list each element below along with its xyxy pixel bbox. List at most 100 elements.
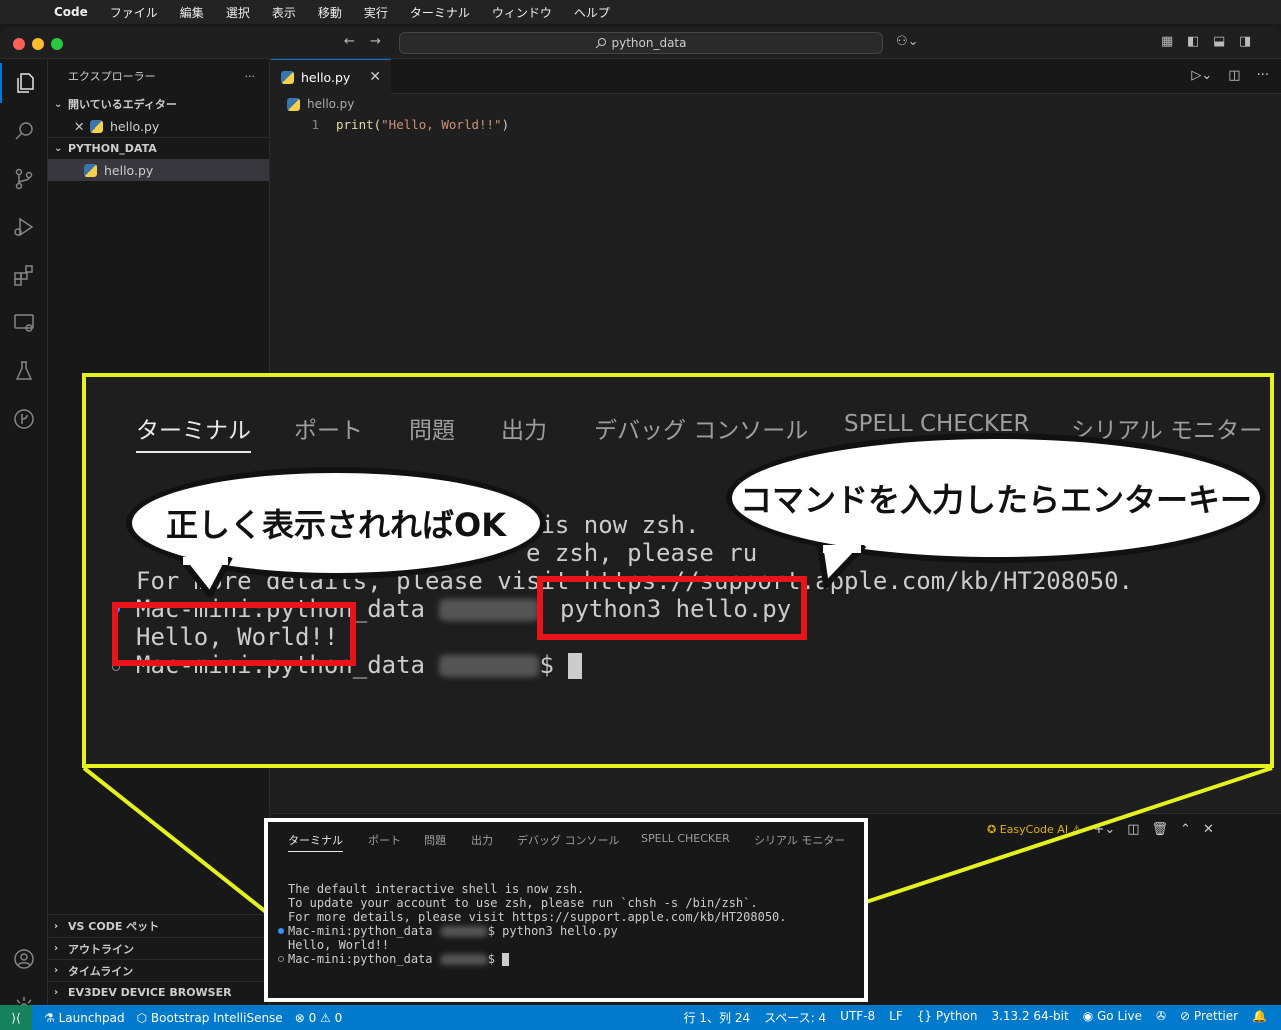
open-editors-section[interactable]: ⌄ 開いているエディター: [48, 93, 269, 115]
close-tab-icon[interactable]: ✕: [369, 69, 381, 85]
eol[interactable]: LF: [889, 1009, 903, 1026]
tab-serial-monitor[interactable]: シリアル モニター: [754, 832, 845, 848]
menu-run[interactable]: 実行: [364, 4, 388, 21]
command-center-search[interactable]: python_data: [399, 32, 883, 54]
section-label: EV3DEV DEVICE BROWSER: [68, 986, 232, 999]
folder-section[interactable]: ⌄ PYTHON_DATA: [48, 137, 269, 159]
bootstrap-status[interactable]: ⬡ Bootstrap IntelliSense: [137, 1011, 283, 1025]
tab-spell-checker[interactable]: SPELL CHECKER: [641, 832, 730, 845]
remote-explorer-icon[interactable]: [0, 303, 48, 343]
app-menu[interactable]: Code: [54, 5, 88, 19]
zoom-window-button[interactable]: [51, 38, 63, 50]
status-bar: ⟩⟨ ⚗ Launchpad ⬡ Bootstrap IntelliSense …: [0, 1005, 1281, 1030]
tab-debug-console[interactable]: デバッグ コンソール: [517, 832, 620, 848]
search-icon[interactable]: [0, 111, 48, 151]
source-control-icon[interactable]: [0, 159, 48, 199]
timeline-section[interactable]: › タイムライン: [48, 959, 270, 981]
maximize-panel-icon[interactable]: ⌃: [1180, 822, 1191, 837]
bubble-left-tail: [180, 557, 233, 597]
zoom-line2: e zsh, please ru: [526, 539, 758, 567]
menu-edit[interactable]: 編集: [180, 4, 204, 21]
zoom-line1: is now zsh.: [526, 511, 700, 539]
run-python-icon[interactable]: ▷⌄: [1191, 68, 1212, 83]
search-icon: [596, 38, 607, 49]
blurred-username: [439, 926, 488, 937]
gitlens-icon[interactable]: [0, 399, 48, 439]
bubble-right-tail: [817, 545, 867, 589]
split-editor-icon[interactable]: ◫: [1228, 68, 1240, 83]
cursor-position[interactable]: 行 1、列 24: [684, 1009, 751, 1026]
explorer-header: エクスプローラー ···: [48, 59, 269, 93]
problems-status[interactable]: ⊗ 0 ⚠ 0: [295, 1011, 343, 1025]
run-debug-icon[interactable]: [0, 207, 48, 247]
menu-selection[interactable]: 選択: [226, 4, 250, 21]
open-editor-item[interactable]: ✕ hello.py: [48, 115, 269, 137]
tab-terminal[interactable]: ターミナル: [288, 832, 343, 852]
language-mode[interactable]: {} Python: [917, 1009, 978, 1026]
ev3dev-section[interactable]: › EV3DEV DEVICE BROWSER: [48, 981, 270, 1003]
python-file-icon: [84, 163, 97, 177]
launchpad-status[interactable]: ⚗ Launchpad: [44, 1011, 125, 1025]
more-actions-icon[interactable]: ···: [245, 70, 256, 83]
file-tree-item[interactable]: hello.py: [48, 159, 269, 181]
zoom-tab-debug: デバッグ コンソール: [594, 418, 809, 444]
menu-window[interactable]: ウィンドウ: [492, 4, 552, 21]
python-interpreter[interactable]: 3.13.2 64-bit: [991, 1009, 1068, 1026]
close-icon[interactable]: ✕: [74, 119, 90, 134]
breadcrumb[interactable]: hello.py: [287, 97, 354, 111]
split-terminal-icon[interactable]: ◫: [1127, 822, 1139, 837]
customize-layout-icon[interactable]: ▦: [1161, 34, 1173, 49]
explorer-title: エクスプローラー: [68, 70, 156, 83]
success-dot: [278, 928, 284, 934]
new-terminal-icon[interactable]: +⌄: [1093, 822, 1115, 837]
go-live[interactable]: ◉ Go Live: [1083, 1009, 1142, 1026]
copilot-icon[interactable]: ⚇⌄: [896, 34, 919, 49]
prettier-status[interactable]: ⊘ Prettier: [1180, 1009, 1238, 1026]
encoding[interactable]: UTF-8: [840, 1009, 875, 1026]
blurred-username: [439, 599, 540, 621]
code-paren: ): [501, 117, 510, 132]
back-arrow-icon[interactable]: ←: [344, 34, 355, 49]
python-file-icon: [281, 70, 294, 84]
menu-go[interactable]: 移動: [318, 4, 342, 21]
remote-indicator[interactable]: ⟩⟨: [0, 1005, 32, 1030]
section-label: VS CODE ペット: [68, 920, 160, 933]
titlebar: ← → python_data ⚇⌄ ▦ ◧ ⬓ ◨: [0, 27, 1281, 59]
forward-arrow-icon[interactable]: →: [370, 34, 381, 49]
open-editors-label: 開いているエディター: [68, 98, 177, 111]
zoom-tab-output: 出力: [501, 418, 547, 444]
account-icon[interactable]: [0, 939, 48, 979]
toggle-panel-icon[interactable]: ⬓: [1213, 34, 1225, 49]
activity-bar: [0, 59, 48, 1017]
outline-section[interactable]: › アウトライン: [48, 937, 270, 959]
more-actions-icon[interactable]: ···: [1257, 68, 1269, 83]
close-window-button[interactable]: [13, 38, 25, 50]
toggle-secondary-sidebar-icon[interactable]: ◨: [1239, 34, 1251, 49]
folder-label: PYTHON_DATA: [68, 142, 157, 155]
explorer-icon[interactable]: [0, 63, 48, 103]
copilot-status-icon[interactable]: ✇: [1156, 1009, 1166, 1026]
menu-view[interactable]: 表示: [272, 4, 296, 21]
easycode-ai[interactable]: ✪ EasyCode AI ⚠: [987, 823, 1081, 836]
menu-file[interactable]: ファイル: [110, 4, 158, 21]
terminal-line: To update your account to use zsh, pleas…: [288, 896, 758, 910]
extensions-icon[interactable]: [0, 255, 48, 295]
close-panel-icon[interactable]: ✕: [1203, 822, 1214, 837]
breadcrumb-file: hello.py: [307, 97, 355, 111]
tab-output[interactable]: 出力: [471, 832, 493, 848]
toggle-primary-sidebar-icon[interactable]: ◧: [1187, 34, 1199, 49]
vscode-pets-section[interactable]: › VS CODE ペット: [48, 915, 270, 937]
tab-hello-py[interactable]: hello.py ✕: [271, 59, 391, 94]
menu-terminal[interactable]: ターミナル: [410, 4, 470, 21]
bell-icon[interactable]: 🔔: [1252, 1009, 1267, 1026]
chevron-down-icon: ⌄: [54, 98, 63, 110]
tab-ports[interactable]: ポート: [368, 832, 401, 848]
tab-problems[interactable]: 問題: [424, 832, 446, 848]
trash-icon[interactable]: 🗑: [1152, 822, 1169, 837]
testing-flask-icon[interactable]: [0, 351, 48, 391]
terminal-panel[interactable]: ターミナル ポート 問題 出力 デバッグ コンソール SPELL CHECKER…: [264, 818, 868, 1002]
menu-help[interactable]: ヘルプ: [574, 4, 610, 21]
minimize-window-button[interactable]: [32, 38, 44, 50]
indentation[interactable]: スペース: 4: [764, 1009, 826, 1026]
zoomed-terminal-callout: ターミナル ポート 問題 出力 デバッグ コンソール SPELL CHECKER…: [82, 373, 1274, 768]
